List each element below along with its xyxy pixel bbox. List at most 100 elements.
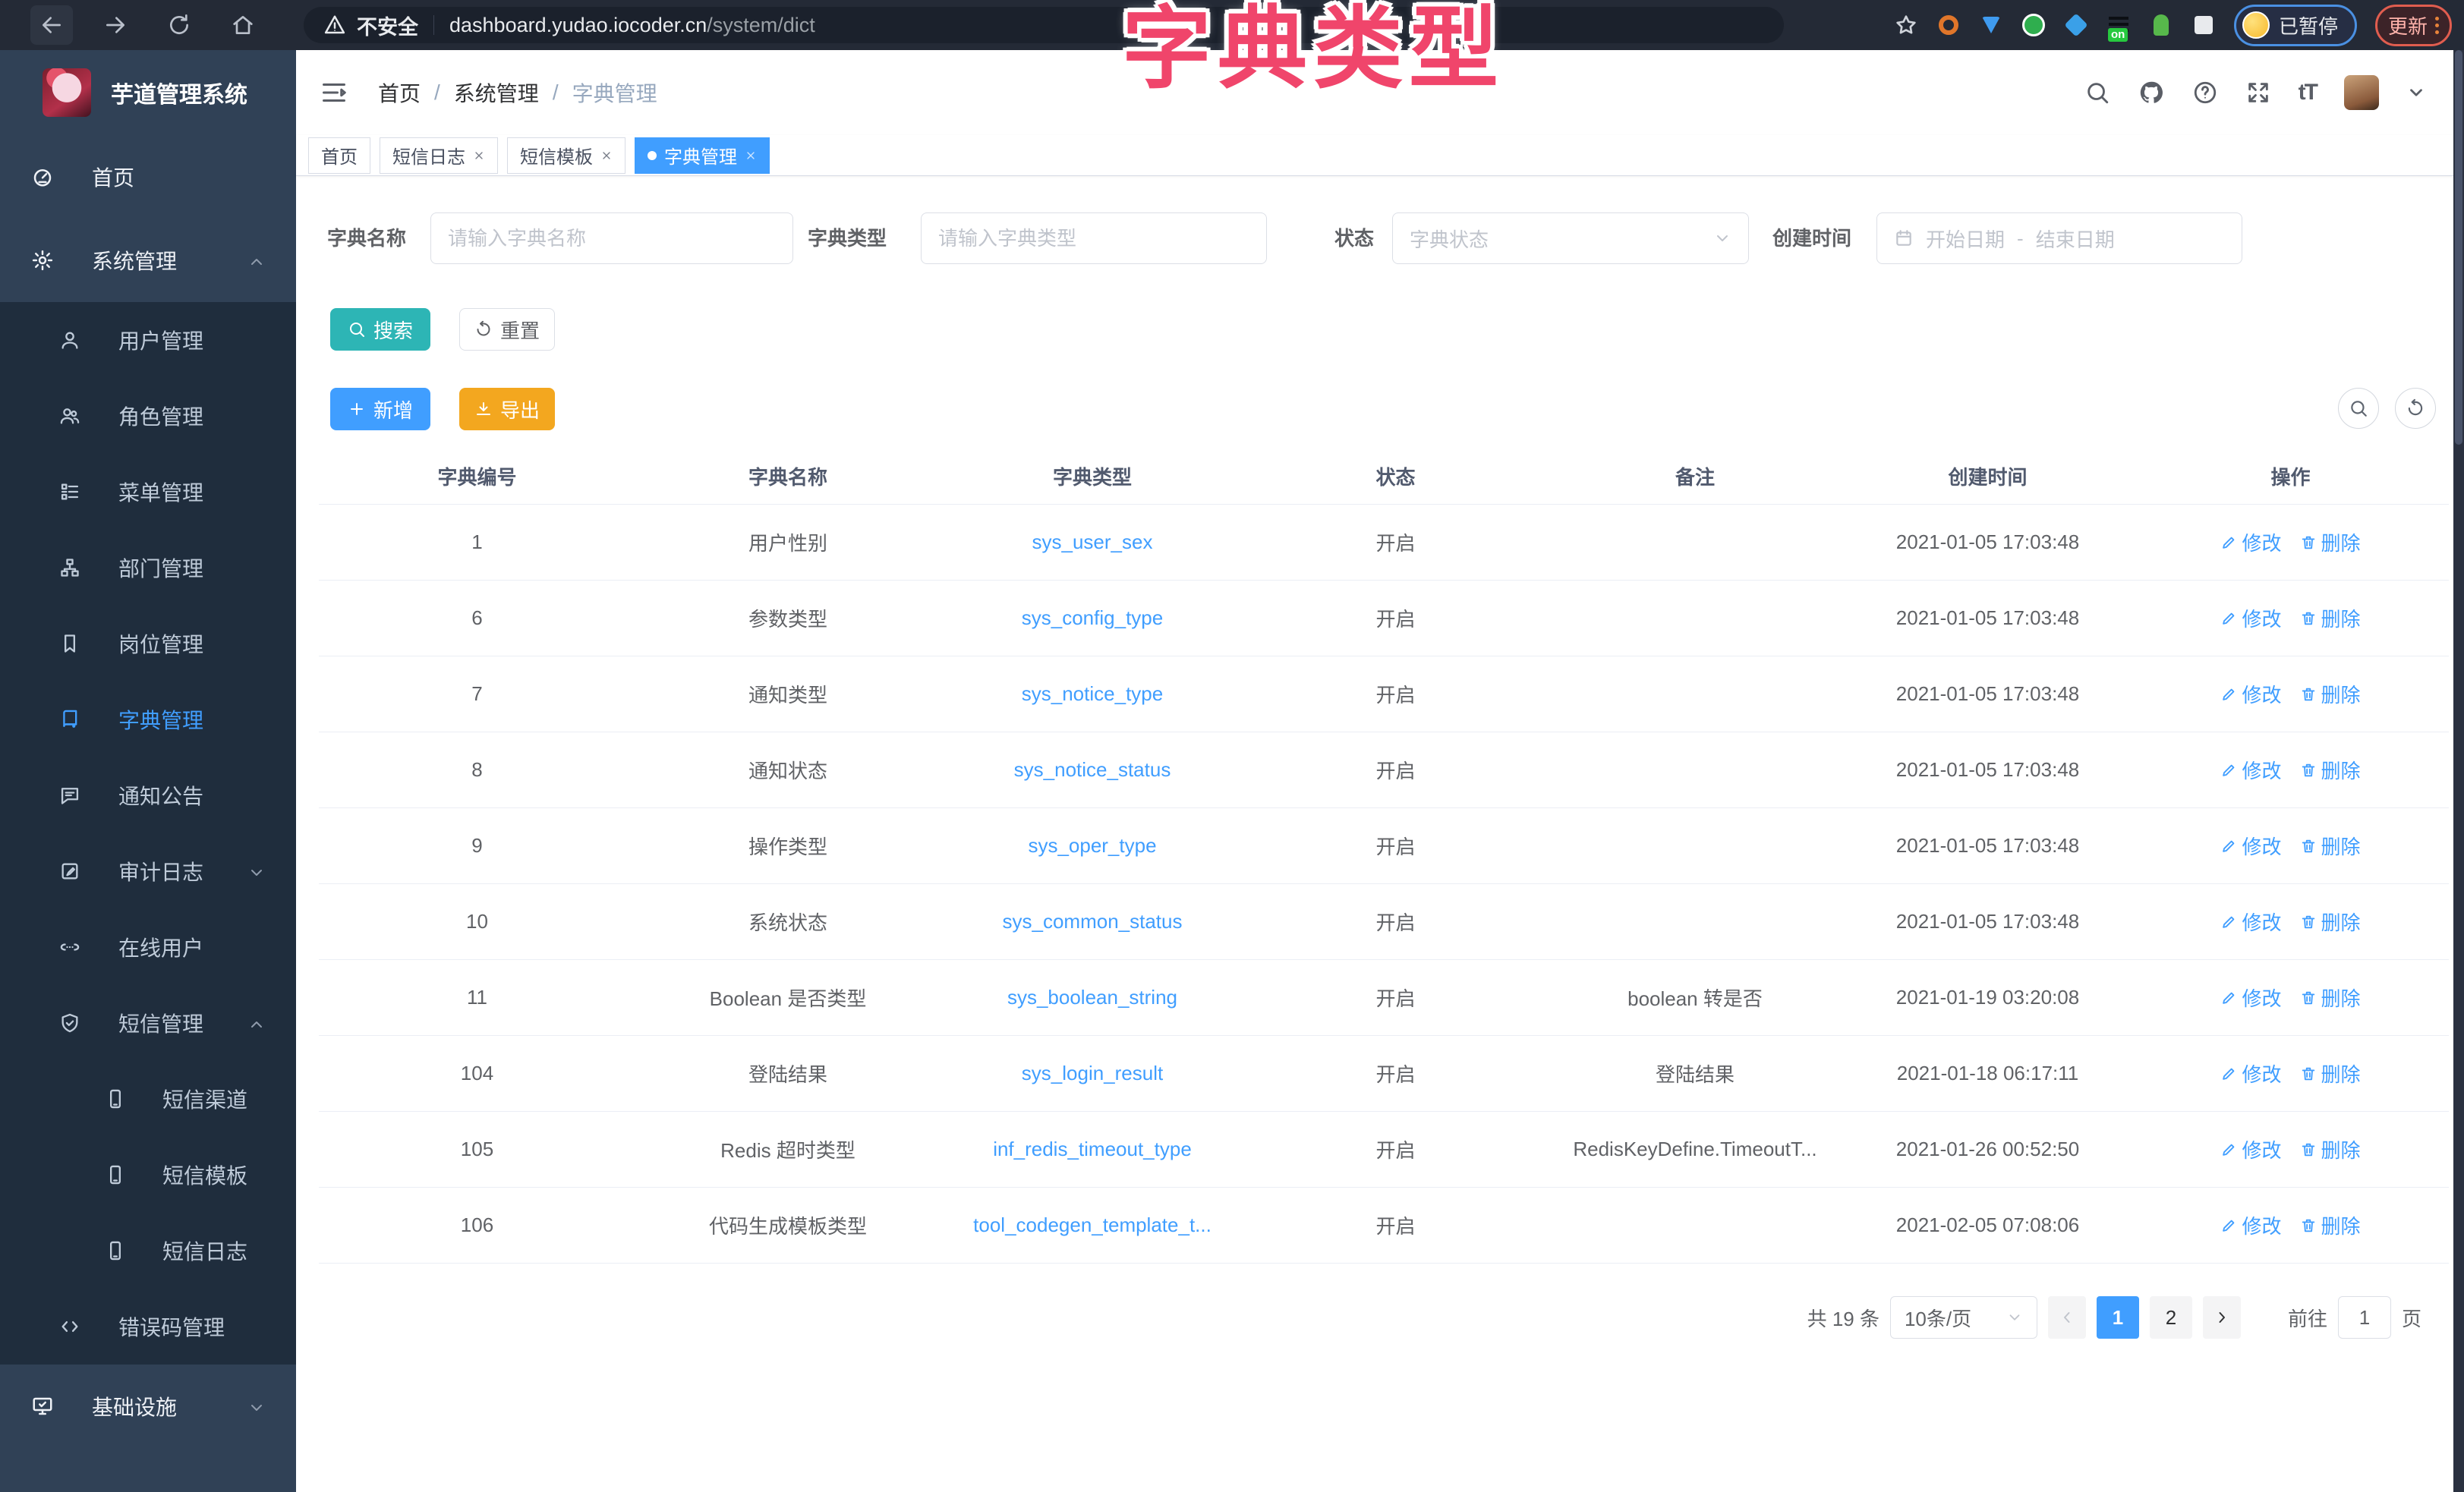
edit-link[interactable]: 修改	[2220, 1135, 2281, 1163]
export-button[interactable]: 导出	[459, 388, 555, 430]
delete-link[interactable]: 删除	[2300, 1135, 2361, 1163]
user-avatar[interactable]	[2344, 75, 2379, 110]
date-range-picker[interactable]: 开始日期 - 结束日期	[1876, 212, 2242, 264]
toggle-search-button[interactable]	[2338, 388, 2379, 429]
sidebar-item-短信渠道[interactable]: 短信渠道	[0, 1061, 296, 1137]
edit-link[interactable]: 修改	[2220, 680, 2281, 708]
prev-page-button[interactable]	[2048, 1296, 2086, 1339]
tab-close-icon[interactable]	[473, 145, 485, 166]
edit-link[interactable]: 修改	[2220, 604, 2281, 632]
security-label[interactable]: 不安全	[357, 11, 418, 40]
delete-link[interactable]: 删除	[2300, 680, 2361, 708]
sidebar-item-在线用户[interactable]: 在线用户	[0, 909, 296, 985]
extension-icon-proxy[interactable]	[2021, 13, 2046, 37]
reset-button[interactable]: 重置	[459, 308, 555, 351]
cell-dict-type-link[interactable]: sys_boolean_string	[941, 960, 1244, 1036]
edit-link[interactable]: 修改	[2220, 1059, 2281, 1088]
sidebar-item-岗位管理[interactable]: 岗位管理	[0, 606, 296, 681]
delete-link[interactable]: 删除	[2300, 832, 2361, 860]
extension-icon-drop[interactable]	[1979, 13, 2003, 37]
sidebar-item-菜单管理[interactable]: 菜单管理	[0, 454, 296, 530]
sidebar-item-基础设施[interactable]: 基础设施	[0, 1365, 296, 1448]
delete-link[interactable]: 删除	[2300, 908, 2361, 936]
cell-dict-type-link[interactable]: inf_redis_timeout_type	[941, 1112, 1244, 1188]
browser-update-button[interactable]: 更新	[2375, 5, 2452, 46]
caret-down-icon[interactable]	[2406, 83, 2426, 102]
delete-link[interactable]: 删除	[2300, 1059, 2361, 1088]
refresh-table-button[interactable]	[2395, 388, 2436, 429]
breadcrumb-home[interactable]: 首页	[378, 77, 421, 108]
cell-dict-type-link[interactable]: sys_oper_type	[941, 808, 1244, 884]
sidebar-item-角色管理[interactable]: 角色管理	[0, 378, 296, 454]
scrollbar-thumb[interactable]	[2455, 50, 2462, 445]
tab-close-icon[interactable]	[600, 145, 613, 166]
sidebar-item-短信日志[interactable]: 短信日志	[0, 1213, 296, 1289]
edit-link[interactable]: 修改	[2220, 832, 2281, 860]
tab-close-icon[interactable]	[745, 145, 757, 166]
sidebar-item-审计日志[interactable]: 审计日志	[0, 833, 296, 909]
tab-短信模板[interactable]: 短信模板	[507, 137, 625, 174]
delete-link[interactable]: 删除	[2300, 604, 2361, 632]
cell-dict-type-link[interactable]: sys_notice_type	[941, 656, 1244, 732]
edit-link[interactable]: 修改	[2220, 908, 2281, 936]
cell-dict-type-link[interactable]: tool_codegen_template_t...	[941, 1188, 1244, 1264]
github-icon[interactable]	[2138, 79, 2165, 106]
bookmark-star-icon[interactable]	[1894, 13, 1918, 37]
dict-type-input[interactable]	[921, 212, 1267, 264]
extension-icon-switch[interactable]: on	[2106, 13, 2131, 37]
sidebar-item-通知公告[interactable]: 通知公告	[0, 757, 296, 833]
page-scrollbar[interactable]	[2453, 50, 2464, 1492]
add-button[interactable]: 新增	[330, 388, 430, 430]
breadcrumb-system[interactable]: 系统管理	[454, 77, 539, 108]
sidebar-item-部门管理[interactable]: 部门管理	[0, 530, 296, 606]
page-button-2[interactable]: 2	[2150, 1296, 2192, 1339]
cell-dict-type-link[interactable]: sys_user_sex	[941, 505, 1244, 581]
delete-link[interactable]: 删除	[2300, 1211, 2361, 1239]
sidebar-item-短信管理[interactable]: 短信管理	[0, 985, 296, 1061]
browser-home-button[interactable]	[222, 5, 264, 45]
font-size-icon[interactable]: tT	[2299, 80, 2317, 105]
app-logo-row[interactable]: 芋道管理系统	[0, 50, 296, 135]
edit-link[interactable]: 修改	[2220, 528, 2281, 556]
edit-link[interactable]: 修改	[2220, 756, 2281, 784]
sidebar-item-系统管理[interactable]: 系统管理	[0, 219, 296, 302]
sidebar-item-用户管理[interactable]: 用户管理	[0, 302, 296, 378]
delete-link[interactable]: 删除	[2300, 984, 2361, 1012]
cell-dict-type-link[interactable]: sys_config_type	[941, 581, 1244, 656]
extensions-puzzle-icon[interactable]	[2191, 13, 2216, 37]
date-start-placeholder[interactable]: 开始日期	[1926, 225, 2005, 253]
status-select[interactable]: 字典状态	[1392, 212, 1749, 264]
edit-link[interactable]: 修改	[2220, 984, 2281, 1012]
next-page-button[interactable]	[2203, 1296, 2241, 1339]
extension-icon-grammar[interactable]	[2149, 13, 2173, 37]
extension-icon-gem[interactable]	[2064, 13, 2088, 37]
sidebar-item-短信模板[interactable]: 短信模板	[0, 1137, 296, 1213]
goto-page-input[interactable]	[2338, 1296, 2391, 1339]
search-icon[interactable]	[2084, 80, 2110, 105]
sidebar-item-字典管理[interactable]: 字典管理	[0, 681, 296, 757]
dict-name-input[interactable]	[430, 212, 793, 264]
tab-字典管理[interactable]: 字典管理	[635, 137, 770, 174]
browser-profile-chip[interactable]: 已暂停	[2234, 5, 2357, 46]
search-button[interactable]: 搜索	[330, 308, 430, 351]
cell-dict-type-link[interactable]: sys_common_status	[941, 884, 1244, 960]
browser-back-button[interactable]	[30, 5, 73, 45]
sidebar-collapse-button[interactable]	[320, 79, 348, 106]
tab-短信日志[interactable]: 短信日志	[380, 137, 498, 174]
fullscreen-icon[interactable]	[2245, 80, 2271, 105]
tab-首页[interactable]: 首页	[308, 137, 370, 174]
browser-forward-button[interactable]	[94, 5, 137, 45]
browser-menu-dots-icon[interactable]	[2435, 17, 2439, 34]
edit-link[interactable]: 修改	[2220, 1211, 2281, 1239]
page-button-1[interactable]: 1	[2097, 1296, 2139, 1339]
cell-dict-type-link[interactable]: sys_login_result	[941, 1036, 1244, 1112]
sidebar-item-首页[interactable]: 首页	[0, 135, 296, 219]
cell-dict-type-link[interactable]: sys_notice_status	[941, 732, 1244, 808]
date-end-placeholder[interactable]: 结束日期	[2036, 225, 2115, 253]
extension-icon-target[interactable]	[1936, 13, 1961, 37]
delete-link[interactable]: 删除	[2300, 756, 2361, 784]
sidebar-item-错误码管理[interactable]: 错误码管理	[0, 1289, 296, 1365]
browser-reload-button[interactable]	[158, 5, 200, 45]
page-size-select[interactable]: 10条/页	[1890, 1296, 2037, 1339]
help-icon[interactable]	[2192, 80, 2218, 105]
